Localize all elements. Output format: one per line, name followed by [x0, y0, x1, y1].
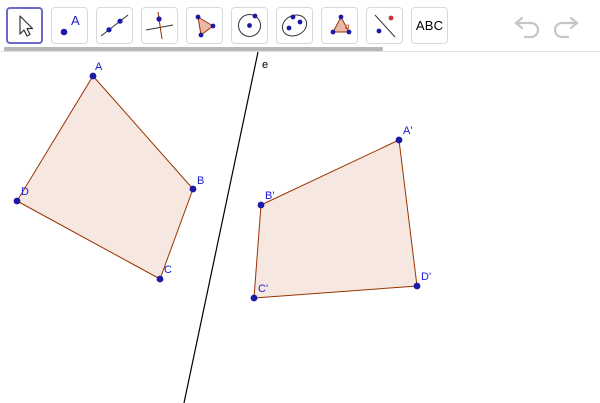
label-B-prime: B'	[265, 190, 274, 202]
label-A: A	[95, 61, 103, 73]
quadrilateral-ABCD[interactable]	[16, 75, 194, 280]
geogebra-app: A α ABC e A B C D A' B' C' D'	[0, 0, 600, 403]
point-A-prime[interactable]	[395, 136, 403, 144]
label-D: D	[21, 186, 29, 198]
point-B[interactable]	[189, 185, 197, 193]
mirror-line-e[interactable]	[183, 51, 259, 403]
label-D-prime: D'	[421, 271, 431, 283]
line-label-e: e	[262, 59, 268, 71]
point-A[interactable]	[89, 72, 97, 80]
quadrilateral-A'B'C'D'[interactable]	[253, 139, 418, 299]
point-C[interactable]	[156, 275, 164, 283]
graphics-view[interactable]: e A B C D A' B' C' D'	[0, 51, 600, 403]
graphics-svg: e A B C D A' B' C' D'	[13, 51, 431, 403]
point-B-prime[interactable]	[257, 201, 265, 209]
label-B: B	[197, 175, 204, 187]
point-D-prime[interactable]	[413, 282, 421, 290]
label-C: C	[164, 264, 172, 276]
point-D[interactable]	[13, 197, 21, 205]
point-C-prime[interactable]	[250, 294, 258, 302]
label-C-prime: C'	[258, 283, 268, 295]
label-A-prime: A'	[403, 125, 412, 137]
